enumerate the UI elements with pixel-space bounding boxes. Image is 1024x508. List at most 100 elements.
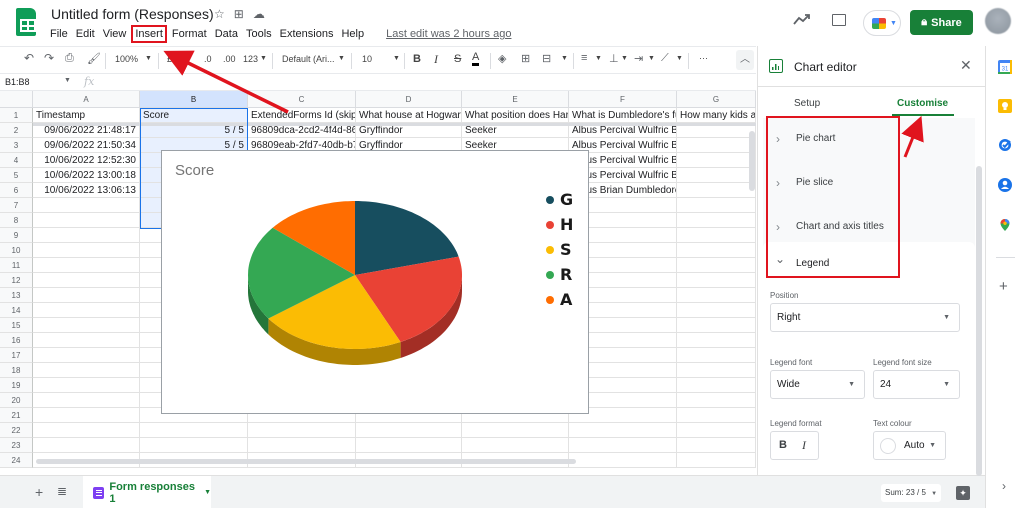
row-header[interactable]: 23 — [0, 438, 33, 453]
frozen-row-divider[interactable] — [33, 123, 756, 126]
header-cell[interactable]: Score — [140, 108, 248, 123]
cell[interactable] — [33, 408, 140, 423]
merge-cells-icon[interactable]: ⊟ — [542, 52, 551, 65]
cell[interactable] — [33, 393, 140, 408]
legend-font-size-select[interactable]: 24 ▼ — [873, 370, 960, 399]
cell[interactable] — [140, 423, 248, 438]
cell[interactable] — [33, 303, 140, 318]
paint-format-icon[interactable]: 🖌︎ — [87, 52, 101, 65]
meet-button[interactable]: ▼ — [863, 10, 901, 36]
tab-customise[interactable]: Customise — [897, 98, 948, 109]
cell[interactable] — [356, 438, 462, 453]
collapse-toolbar-button[interactable]: ︿ — [736, 50, 754, 70]
tab-setup[interactable]: Setup — [794, 98, 820, 109]
chart-editor-scrollbar[interactable] — [976, 166, 982, 476]
row-header[interactable]: 13 — [0, 288, 33, 303]
document-title[interactable]: Untitled form (Responses) — [51, 6, 214, 22]
section-label[interactable]: Legend — [796, 258, 829, 269]
chevron-down-icon[interactable]: ▼ — [204, 489, 211, 496]
header-cell[interactable]: Timestamp — [33, 108, 140, 123]
cell[interactable] — [677, 183, 756, 198]
menu-file[interactable]: File — [50, 28, 68, 40]
cell[interactable] — [33, 213, 140, 228]
row-header[interactable]: 17 — [0, 348, 33, 363]
header-cell[interactable]: How many kids a — [677, 108, 756, 123]
row-header[interactable]: 7 — [0, 198, 33, 213]
move-folder-icon[interactable]: ⊞ — [234, 7, 244, 21]
tasks-icon[interactable] — [998, 138, 1012, 152]
row-header[interactable]: 16 — [0, 333, 33, 348]
more-options-button[interactable]: ··· — [699, 53, 708, 63]
undo-icon[interactable]: ↶ — [24, 51, 34, 65]
row-header[interactable]: 6 — [0, 183, 33, 198]
close-icon[interactable]: ✕ — [960, 57, 972, 74]
cell[interactable] — [140, 438, 248, 453]
cell[interactable] — [33, 318, 140, 333]
cell[interactable] — [33, 228, 140, 243]
more-formats-button[interactable]: 123 — [243, 54, 258, 64]
text-wrapping-icon[interactable]: ⇥ — [634, 52, 643, 65]
row-header[interactable]: 15 — [0, 318, 33, 333]
cell[interactable] — [677, 138, 756, 153]
legend-font-select[interactable]: Wide ▼ — [770, 370, 865, 399]
print-icon[interactable]: ⎙ — [65, 52, 74, 65]
cell[interactable] — [33, 438, 140, 453]
row-header[interactable]: 18 — [0, 363, 33, 378]
calendar-icon[interactable]: 31 — [998, 60, 1012, 74]
pie-chart[interactable]: Score GHSRA — [161, 150, 589, 414]
cell[interactable] — [677, 348, 756, 363]
zoom-select[interactable]: 100% — [115, 54, 138, 64]
menu-edit[interactable]: Edit — [76, 28, 95, 40]
keep-icon[interactable] — [998, 99, 1012, 113]
row-header[interactable]: 4 — [0, 153, 33, 168]
column-header-e[interactable]: E — [462, 91, 569, 108]
redo-icon[interactable]: ↷ — [44, 51, 54, 65]
column-header-c[interactable]: C — [248, 91, 356, 108]
font-size-select[interactable]: 10 — [362, 54, 372, 64]
vertical-align-icon[interactable]: ⊥ — [609, 52, 619, 65]
contacts-icon[interactable] — [998, 178, 1012, 192]
chart-title[interactable]: Score — [175, 162, 214, 179]
sheets-logo-icon[interactable] — [16, 8, 36, 36]
cell[interactable] — [33, 333, 140, 348]
decrease-decimals-button[interactable]: .0 — [204, 54, 212, 64]
menu-insert[interactable]: Insert — [131, 25, 167, 43]
add-sheet-icon[interactable]: + — [35, 484, 43, 500]
cell[interactable] — [677, 228, 756, 243]
cloud-status-icon[interactable]: ☁ — [253, 7, 265, 21]
row-header[interactable]: 11 — [0, 258, 33, 273]
cell[interactable] — [33, 363, 140, 378]
sum-indicator[interactable]: Sum: 23 / 5 ▼ — [881, 484, 941, 502]
cell[interactable] — [677, 303, 756, 318]
row-header[interactable]: 19 — [0, 378, 33, 393]
menu-help[interactable]: Help — [341, 28, 364, 40]
last-edit-link[interactable]: Last edit was 2 hours ago — [386, 28, 511, 40]
cell[interactable]: 10/06/2022 12:52:30 — [33, 153, 140, 168]
cell[interactable] — [677, 438, 756, 453]
share-button[interactable]: 🔒︎ Share — [910, 10, 973, 35]
row-header[interactable]: 22 — [0, 423, 33, 438]
chevron-down-icon[interactable]: ⌄ — [775, 252, 785, 266]
row-header[interactable]: 10 — [0, 243, 33, 258]
currency-button[interactable]: £ — [167, 54, 172, 64]
cell[interactable] — [677, 363, 756, 378]
column-header-g[interactable]: G — [677, 91, 756, 108]
cell[interactable] — [33, 273, 140, 288]
cell[interactable] — [677, 333, 756, 348]
cell[interactable] — [356, 423, 462, 438]
column-header-f[interactable]: F — [569, 91, 677, 108]
legend-item[interactable]: R — [546, 262, 573, 287]
borders-icon[interactable]: ⊞ — [521, 52, 530, 65]
horizontal-align-icon[interactable]: ≡ — [581, 52, 587, 64]
cell[interactable] — [677, 423, 756, 438]
avatar[interactable] — [985, 8, 1011, 34]
cell[interactable] — [677, 258, 756, 273]
cell[interactable] — [569, 423, 677, 438]
cell[interactable] — [33, 243, 140, 258]
chevron-down-icon[interactable]: ▼ — [64, 77, 71, 84]
row-header[interactable]: 21 — [0, 408, 33, 423]
text-rotation-icon[interactable]: ⟋ — [661, 52, 669, 65]
increase-decimals-button[interactable]: .00 — [223, 54, 236, 64]
menu-extensions[interactable]: Extensions — [280, 28, 334, 40]
bold-button[interactable]: B — [413, 53, 421, 65]
